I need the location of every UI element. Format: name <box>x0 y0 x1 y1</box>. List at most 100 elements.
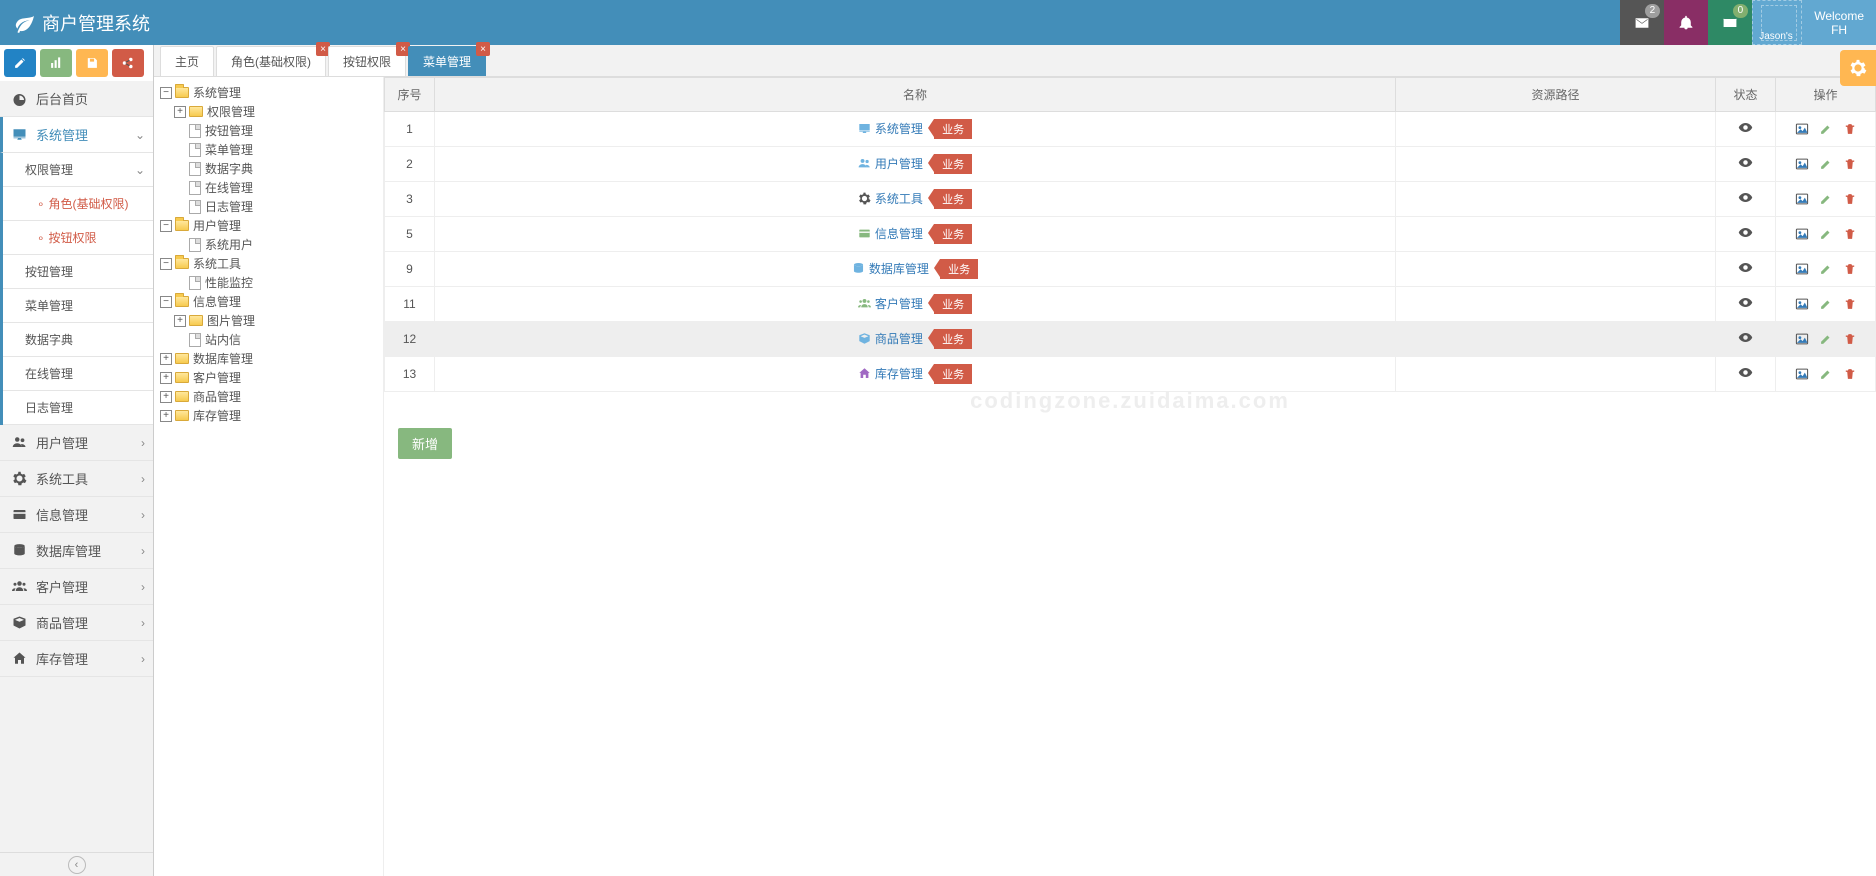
row-image-button[interactable] <box>1795 367 1809 381</box>
row-name-link[interactable]: 用户管理 <box>858 157 926 171</box>
tree-node[interactable]: 菜单管理 <box>158 140 379 159</box>
tree-collapse-icon[interactable]: − <box>160 258 172 270</box>
status-toggle[interactable] <box>1738 299 1753 313</box>
row-name-link[interactable]: 系统管理 <box>858 122 926 136</box>
tree-node[interactable]: +数据库管理 <box>158 349 379 368</box>
row-image-button[interactable] <box>1795 332 1809 346</box>
tree-expand-icon[interactable]: + <box>160 353 172 365</box>
row-edit-button[interactable] <box>1819 332 1833 346</box>
sidebar-subitem[interactable]: 数据字典 <box>3 323 153 357</box>
sidebar-subitem[interactable]: 菜单管理 <box>3 289 153 323</box>
sidebar-item[interactable]: 后台首页 <box>0 81 153 117</box>
row-edit-button[interactable] <box>1819 192 1833 206</box>
sidebar-collapse-button[interactable]: ‹ <box>0 852 153 876</box>
status-toggle[interactable] <box>1738 159 1753 173</box>
toolbar-save-button[interactable] <box>76 49 108 77</box>
row-image-button[interactable] <box>1795 192 1809 206</box>
row-image-button[interactable] <box>1795 227 1809 241</box>
tree-collapse-icon[interactable]: − <box>160 87 172 99</box>
sidebar-item[interactable]: 系统管理⌄ <box>0 117 153 153</box>
sidebar-subitem[interactable]: 权限管理⌄ <box>3 153 153 187</box>
tree-node[interactable]: +商品管理 <box>158 387 379 406</box>
tab[interactable]: 菜单管理× <box>408 46 486 76</box>
toolbar-share-button[interactable] <box>112 49 144 77</box>
row-delete-button[interactable] <box>1843 297 1857 311</box>
status-toggle[interactable] <box>1738 264 1753 278</box>
sidebar-subitem[interactable]: 按钮管理 <box>3 255 153 289</box>
status-toggle[interactable] <box>1738 229 1753 243</box>
tab[interactable]: 按钮权限× <box>328 46 406 76</box>
row-edit-button[interactable] <box>1819 227 1833 241</box>
status-toggle[interactable] <box>1738 194 1753 208</box>
row-image-button[interactable] <box>1795 122 1809 136</box>
sidebar-item[interactable]: 数据库管理› <box>0 533 153 569</box>
row-edit-button[interactable] <box>1819 122 1833 136</box>
tree-node[interactable]: +权限管理 <box>158 102 379 121</box>
tree-node[interactable]: 按钮管理 <box>158 121 379 140</box>
tree-node[interactable]: 性能监控 <box>158 273 379 292</box>
tree-node[interactable]: +客户管理 <box>158 368 379 387</box>
row-name-link[interactable]: 信息管理 <box>858 227 926 241</box>
tree-node[interactable]: +图片管理 <box>158 311 379 330</box>
status-toggle[interactable] <box>1738 369 1753 383</box>
row-name-link[interactable]: 库存管理 <box>858 367 926 381</box>
tree-node[interactable]: −信息管理 <box>158 292 379 311</box>
nav-user-menu[interactable]: Welcome FH <box>1802 0 1876 45</box>
sidebar-subitem[interactable]: 在线管理 <box>3 357 153 391</box>
status-toggle[interactable] <box>1738 124 1753 138</box>
row-edit-button[interactable] <box>1819 157 1833 171</box>
tree-node[interactable]: 站内信 <box>158 330 379 349</box>
tree-collapse-icon[interactable]: − <box>160 220 172 232</box>
tab[interactable]: 角色(基础权限)× <box>216 46 326 76</box>
row-delete-button[interactable] <box>1843 192 1857 206</box>
tree-expand-icon[interactable]: + <box>160 372 172 384</box>
row-edit-button[interactable] <box>1819 262 1833 276</box>
row-name-link[interactable]: 系统工具 <box>858 192 926 206</box>
nav-messages-button[interactable]: 0 <box>1708 0 1752 45</box>
row-delete-button[interactable] <box>1843 332 1857 346</box>
row-delete-button[interactable] <box>1843 367 1857 381</box>
tree-node[interactable]: −系统管理 <box>158 83 379 102</box>
settings-float-button[interactable] <box>1840 50 1876 86</box>
toolbar-edit-button[interactable] <box>4 49 36 77</box>
sidebar-subitem[interactable]: ∘角色(基础权限) <box>3 187 153 221</box>
sidebar-subitem[interactable]: ∘按钮权限 <box>3 221 153 255</box>
nav-avatar[interactable]: Jason's <box>1752 0 1802 45</box>
tree-node[interactable]: 日志管理 <box>158 197 379 216</box>
row-delete-button[interactable] <box>1843 227 1857 241</box>
sidebar-item[interactable]: 系统工具› <box>0 461 153 497</box>
tab-close-button[interactable]: × <box>476 42 490 56</box>
sidebar-item[interactable]: 库存管理› <box>0 641 153 677</box>
tree-node[interactable]: −用户管理 <box>158 216 379 235</box>
row-image-button[interactable] <box>1795 157 1809 171</box>
tree-collapse-icon[interactable]: − <box>160 296 172 308</box>
sidebar-item[interactable]: 商品管理› <box>0 605 153 641</box>
sidebar-item[interactable]: 信息管理› <box>0 497 153 533</box>
row-delete-button[interactable] <box>1843 157 1857 171</box>
row-image-button[interactable] <box>1795 297 1809 311</box>
row-delete-button[interactable] <box>1843 122 1857 136</box>
tree-node[interactable]: 在线管理 <box>158 178 379 197</box>
toolbar-chart-button[interactable] <box>40 49 72 77</box>
nav-notifications-button[interactable] <box>1664 0 1708 45</box>
row-image-button[interactable] <box>1795 262 1809 276</box>
tree-node[interactable]: +库存管理 <box>158 406 379 425</box>
row-name-link[interactable]: 客户管理 <box>858 297 926 311</box>
sidebar-item[interactable]: 用户管理› <box>0 425 153 461</box>
row-delete-button[interactable] <box>1843 262 1857 276</box>
tree-expand-icon[interactable]: + <box>174 315 186 327</box>
nav-tasks-button[interactable]: 2 <box>1620 0 1664 45</box>
row-edit-button[interactable] <box>1819 367 1833 381</box>
row-name-link[interactable]: 商品管理 <box>858 332 926 346</box>
sidebar-subitem[interactable]: 日志管理 <box>3 391 153 425</box>
new-button[interactable]: 新增 <box>398 428 452 459</box>
tree-node[interactable]: 系统用户 <box>158 235 379 254</box>
status-toggle[interactable] <box>1738 334 1753 348</box>
row-name-link[interactable]: 数据库管理 <box>852 262 932 276</box>
tree-expand-icon[interactable]: + <box>160 391 172 403</box>
tree-node[interactable]: −系统工具 <box>158 254 379 273</box>
tree-expand-icon[interactable]: + <box>160 410 172 422</box>
tree-node[interactable]: 数据字典 <box>158 159 379 178</box>
sidebar-item[interactable]: 客户管理› <box>0 569 153 605</box>
tab[interactable]: 主页 <box>160 46 214 76</box>
